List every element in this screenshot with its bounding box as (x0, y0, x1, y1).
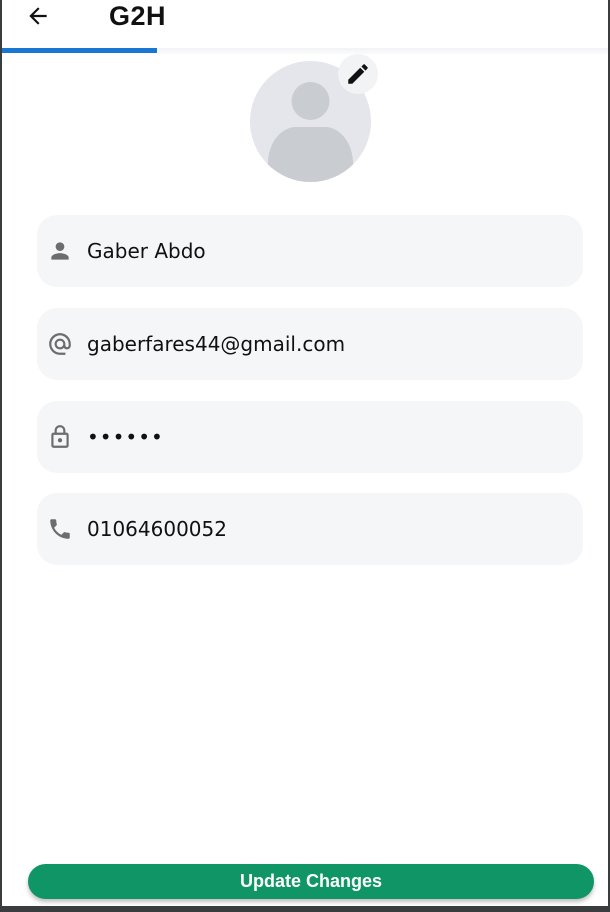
phone-value: 01064600052 (87, 517, 227, 541)
page-title: G2H (109, 1, 167, 31)
phone-icon (47, 516, 73, 542)
name-value: Gaber Abdo (87, 239, 206, 263)
email-value: gaberfares44@gmail.com (87, 332, 346, 356)
window-bottom-edge (0, 906, 610, 912)
lock-icon (47, 424, 73, 450)
email-field[interactable]: gaberfares44@gmail.com (37, 308, 583, 380)
app-bar: G2H (2, 0, 608, 54)
update-changes-button[interactable]: Update Changes (28, 864, 594, 899)
back-button[interactable] (24, 2, 52, 30)
name-field[interactable]: Gaber Abdo (37, 215, 583, 287)
password-field[interactable]: •••••• (37, 401, 583, 473)
password-value: •••••• (87, 425, 164, 449)
pencil-icon (348, 64, 368, 84)
tab-indicator (2, 48, 157, 53)
phone-field[interactable]: 01064600052 (37, 493, 583, 565)
update-changes-label: Update Changes (239, 871, 383, 891)
person-icon (47, 238, 73, 264)
arrow-left-icon (29, 7, 47, 25)
edit-profile-screen: G2H Gaber Abdo gaberfares44@gmail.com ••… (2, 0, 608, 912)
edit-avatar-button[interactable] (338, 54, 378, 94)
at-sign-icon (47, 331, 73, 357)
app-bar-divider (157, 48, 608, 54)
